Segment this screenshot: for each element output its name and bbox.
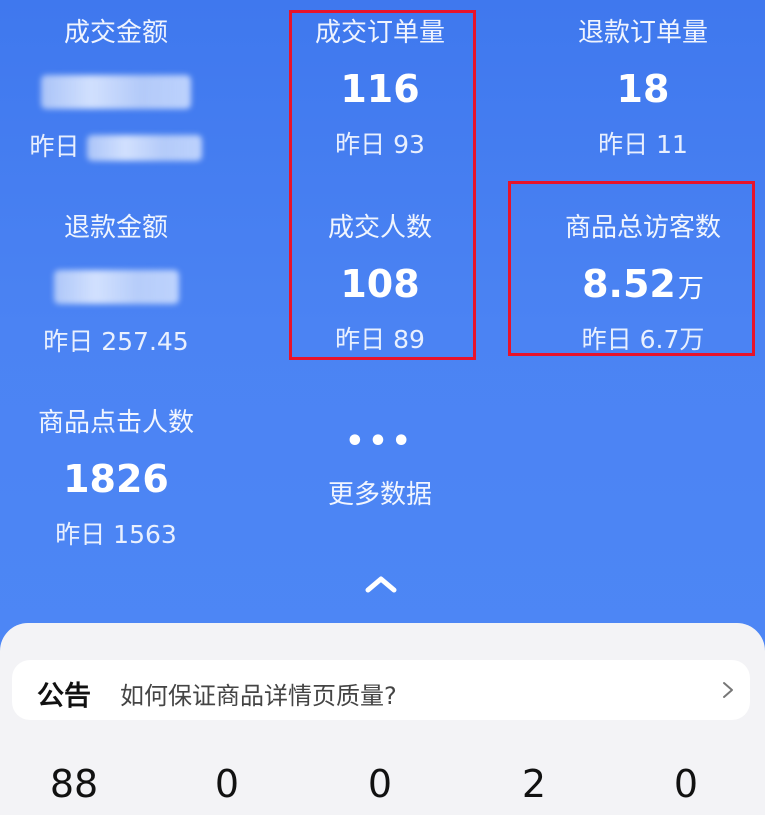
stat-refund-orders[interactable]: 退款订单量 18 昨日 11 <box>518 12 765 161</box>
stat-label: 成交金额 <box>63 18 168 48</box>
more-data-button[interactable]: ••• 更多数据 <box>255 424 505 511</box>
stat-label: 商品点击人数 <box>37 408 194 438</box>
bottom-stat-number[interactable]: 2 <box>494 762 574 806</box>
yesterday-label: 昨日 <box>43 327 94 356</box>
stat-gmv[interactable]: 成交金额 昨日 <box>0 12 241 163</box>
yesterday-label: 昨日 <box>29 132 80 161</box>
bottom-stat-number[interactable]: 88 <box>34 762 114 806</box>
stat-yesterday: 昨日 <box>0 127 241 163</box>
blurred-value <box>0 270 241 304</box>
stat-value: 1826 <box>63 457 169 501</box>
yesterday-value: 257.45 <box>101 327 189 356</box>
chevron-right-icon <box>723 682 733 698</box>
announcement-tag: 公告 <box>37 681 91 712</box>
yesterday-value: 11 <box>656 130 688 159</box>
stat-refund-amount[interactable]: 退款金额 昨日 257.45 <box>0 207 241 358</box>
highlight-box-orders <box>289 10 476 360</box>
chevron-up-icon[interactable] <box>364 572 398 596</box>
stat-yesterday: 昨日 257.45 <box>0 322 241 358</box>
bottom-stat-number[interactable]: 0 <box>340 762 420 806</box>
bottom-stat-number[interactable]: 0 <box>646 762 726 806</box>
highlight-box-visitors <box>508 181 755 356</box>
yesterday-label: 昨日 <box>55 520 106 549</box>
more-dots-icon: ••• <box>345 424 415 459</box>
announcement-bar[interactable]: 公告 如何保证商品详情页质量? <box>12 660 750 720</box>
stat-yesterday: 昨日 11 <box>518 125 765 161</box>
yesterday-value: 1563 <box>113 520 177 549</box>
blurred-yesterday-value <box>87 135 203 161</box>
stat-value: 18 <box>616 67 670 111</box>
announcement-text: 如何保证商品详情页质量? <box>120 682 397 710</box>
stat-clicks[interactable]: 商品点击人数 1826 昨日 1563 <box>0 402 241 551</box>
bottom-stat-number[interactable]: 0 <box>187 762 267 806</box>
stat-yesterday: 昨日 1563 <box>0 515 241 551</box>
stat-label: 退款金额 <box>63 213 168 243</box>
stat-label: 退款订单量 <box>577 18 708 48</box>
more-data-label: 更多数据 <box>327 480 432 510</box>
yesterday-label: 昨日 <box>598 130 649 159</box>
blurred-value <box>0 75 241 109</box>
